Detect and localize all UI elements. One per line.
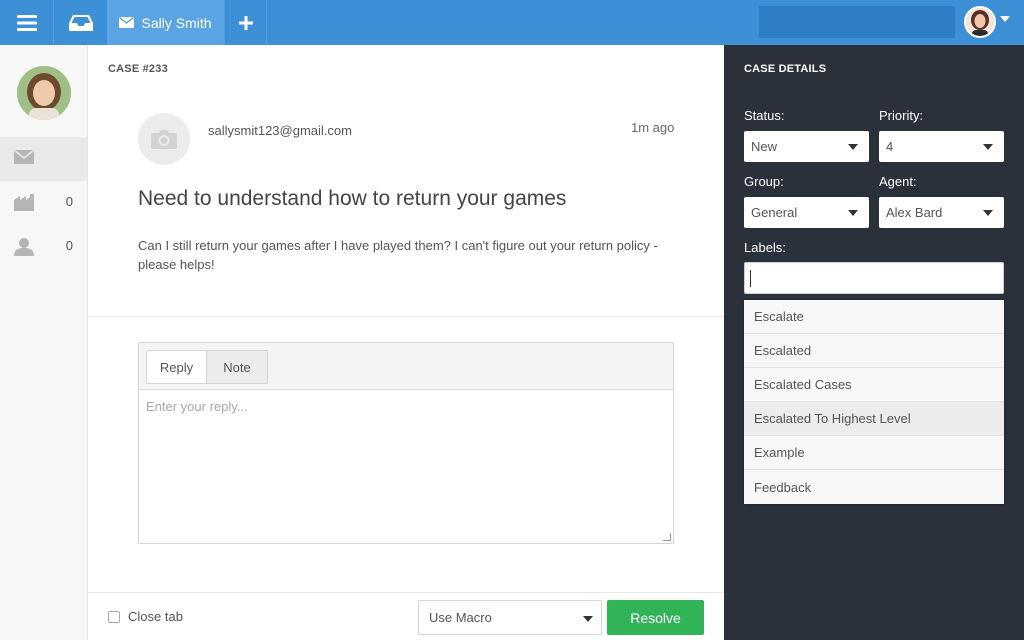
chevron-down-icon [983,144,993,150]
agent-select[interactable]: Alex Bard [879,197,1004,228]
label-option[interactable]: Escalate [744,300,1004,334]
sender-email: sallysmit123@gmail.com [208,123,352,138]
inbox-button[interactable] [53,0,107,45]
panel-title: CASE DETAILS [744,63,827,75]
sidebar-item-companies[interactable]: 0 [0,181,87,225]
reply-textarea[interactable] [139,391,673,543]
user-avatar[interactable] [964,6,996,38]
labels-dropdown: Escalate Escalated Escalated Cases Escal… [744,300,1004,504]
case-details-panel: CASE DETAILS Status: New Priority: 4 Gro… [724,45,1024,640]
menu-button[interactable] [0,0,53,45]
case-subject: Need to understand how to return your ga… [138,187,567,210]
label-option[interactable]: Example [744,436,1004,470]
labels-label: Labels: [744,240,786,255]
chevron-down-icon [583,616,593,622]
close-tab-label[interactable]: Close tab [128,609,183,624]
label-option[interactable]: Feedback [744,470,1004,504]
add-tab-button[interactable] [224,0,267,45]
text-cursor [750,270,751,287]
label-option[interactable]: Escalated To Highest Level [744,402,1004,436]
close-tab-checkbox[interactable] [108,611,120,623]
label-option[interactable]: Escalated Cases [744,368,1004,402]
chevron-down-icon [848,144,858,150]
labels-input[interactable] [744,262,1004,294]
label-option[interactable]: Escalated [744,334,1004,368]
group-select[interactable]: General [744,197,869,228]
status-label: Status: [744,108,785,123]
building-icon [14,194,34,216]
tab-sally-smith[interactable]: Sally Smith [107,0,224,45]
hamburger-icon [16,14,37,31]
customer-photo [17,66,71,120]
case-main: CASE #233 sallysmit123@gmail.com 1m ago … [88,45,724,640]
resolve-button[interactable]: Resolve [607,600,704,635]
sender-avatar [138,113,190,165]
search-input[interactable] [759,6,955,38]
message-body: Can I still return your games after I ha… [138,238,658,272]
priority-select[interactable]: 4 [879,131,1004,162]
divider [88,316,724,317]
camera-icon [151,130,177,149]
sidebar-count: 0 [65,238,73,253]
message-timestamp: 1m ago [631,120,675,135]
sidebar-count: 0 [65,194,73,209]
macro-select[interactable]: Use Macro [418,600,602,635]
case-number: CASE #233 [108,63,168,75]
case-footer: Close tab Use Macro Resolve [88,592,724,640]
priority-value: 4 [886,139,894,154]
tab-reply[interactable]: Reply [146,350,207,384]
status-value: New [751,139,778,154]
tab-note[interactable]: Note [207,350,268,384]
tab-label: Sally Smith [141,14,212,31]
envelope-icon [119,17,135,28]
person-icon [14,238,34,261]
avatar-image [966,8,994,36]
sidebar-item-messages[interactable] [0,137,87,181]
status-select[interactable]: New [744,131,869,162]
chevron-down-icon [983,210,993,216]
agent-label: Agent: [879,174,917,189]
resize-handle[interactable] [663,533,671,541]
group-label: Group: [744,174,784,189]
customer-avatar [17,66,71,120]
sidebar: 0 0 [0,45,88,640]
group-value: General [751,205,798,220]
plus-icon [238,15,253,30]
inbox-icon [68,14,93,31]
reply-composer: Reply Note [138,342,674,544]
agent-value: Alex Bard [886,205,943,220]
chevron-down-icon [848,210,858,216]
sidebar-item-people[interactable]: 0 [0,225,87,269]
top-bar: Sally Smith [0,0,1024,45]
user-menu-caret[interactable] [1000,16,1010,22]
envelope-icon [14,149,34,170]
reply-tabs: Reply Note [139,343,673,390]
macro-label: Use Macro [429,610,492,625]
priority-label: Priority: [879,108,924,123]
